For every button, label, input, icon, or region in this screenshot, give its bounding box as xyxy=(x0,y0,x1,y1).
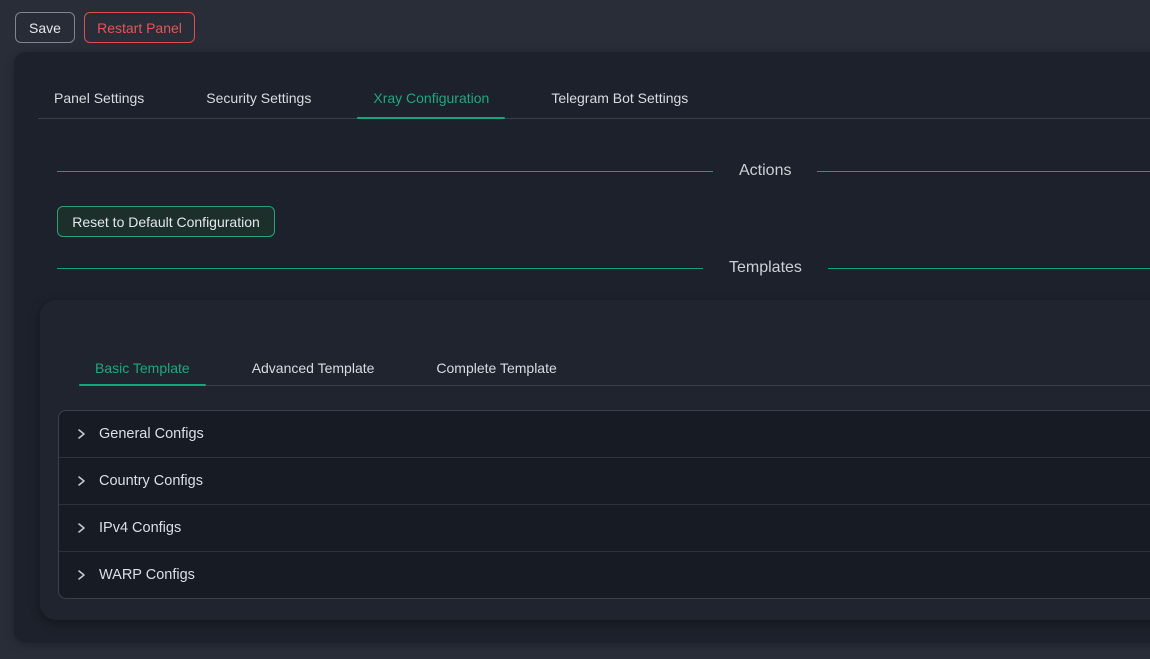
page: Save Restart Panel Panel Settings Securi… xyxy=(0,0,1150,659)
actions-divider-label: Actions xyxy=(713,162,817,180)
collapse-header-country-configs[interactable]: Country Configs xyxy=(59,457,1150,504)
config-collapse-list: General Configs Country Configs IPv4 Con… xyxy=(58,410,1150,599)
template-tabbar: Basic Template Advanced Template Complet… xyxy=(79,300,1150,386)
chevron-right-icon xyxy=(75,428,87,440)
tab-security-settings[interactable]: Security Settings xyxy=(190,52,327,118)
chevron-right-icon xyxy=(75,475,87,487)
save-button[interactable]: Save xyxy=(15,12,75,43)
settings-card: Panel Settings Security Settings Xray Co… xyxy=(14,52,1150,643)
chevron-right-icon xyxy=(75,569,87,581)
divider-line xyxy=(817,171,1150,172)
chevron-right-icon xyxy=(75,522,87,534)
tab-advanced-template[interactable]: Advanced Template xyxy=(236,300,391,385)
collapse-header-ipv4-configs[interactable]: IPv4 Configs xyxy=(59,504,1150,551)
tab-complete-template[interactable]: Complete Template xyxy=(420,300,572,385)
tab-telegram-bot-settings[interactable]: Telegram Bot Settings xyxy=(535,52,704,118)
divider-line xyxy=(828,268,1150,269)
collapse-label: IPv4 Configs xyxy=(99,520,181,536)
tab-panel-settings[interactable]: Panel Settings xyxy=(38,52,160,118)
divider-line xyxy=(57,268,703,269)
collapse-header-general-configs[interactable]: General Configs xyxy=(59,411,1150,457)
reset-default-config-button[interactable]: Reset to Default Configuration xyxy=(57,206,275,237)
templates-divider: Templates xyxy=(57,256,1150,280)
tab-basic-template[interactable]: Basic Template xyxy=(79,300,206,385)
templates-card: Basic Template Advanced Template Complet… xyxy=(40,300,1150,620)
actions-divider: Actions xyxy=(57,159,1150,183)
tab-xray-configuration[interactable]: Xray Configuration xyxy=(357,52,505,118)
collapse-label: Country Configs xyxy=(99,473,203,489)
collapse-label: General Configs xyxy=(99,426,204,442)
restart-panel-button[interactable]: Restart Panel xyxy=(84,12,195,43)
main-tabbar: Panel Settings Security Settings Xray Co… xyxy=(38,52,1150,119)
divider-line xyxy=(57,171,713,172)
collapse-label: WARP Configs xyxy=(99,567,195,583)
collapse-header-warp-configs[interactable]: WARP Configs xyxy=(59,551,1150,598)
templates-divider-label: Templates xyxy=(703,259,828,277)
